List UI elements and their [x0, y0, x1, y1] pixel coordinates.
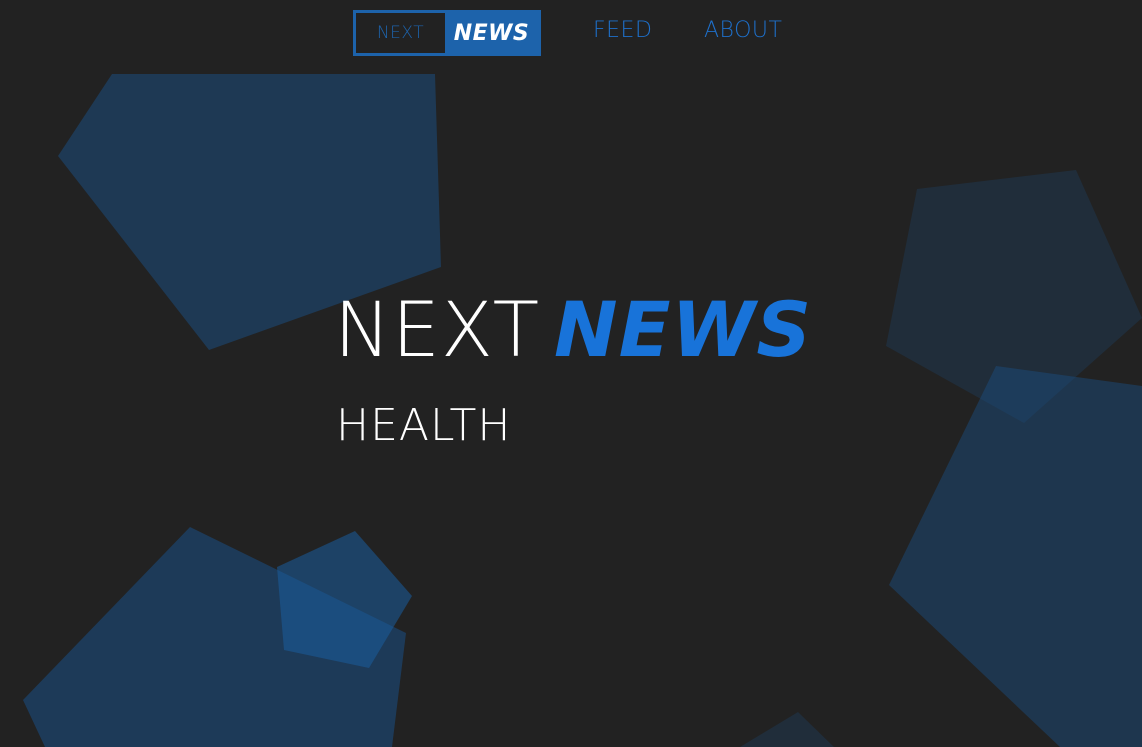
top-navigation: NEXT NEWS FEED ABOUT: [0, 0, 1142, 66]
logo-next-text: NEXT: [356, 13, 445, 53]
pentagon-shape: [740, 712, 834, 747]
nav-about-link[interactable]: ABOUT: [704, 18, 782, 43]
hero-title-news: NEWS: [554, 285, 813, 374]
hero-subtitle: HEALTH: [336, 400, 512, 451]
hero-title: NEXT NEWS: [334, 292, 812, 368]
pentagon-shape: [889, 366, 1142, 747]
logo-link[interactable]: NEXT NEWS: [353, 10, 541, 56]
nav-feed-link[interactable]: FEED: [593, 18, 652, 43]
logo-news-text: NEWS: [445, 13, 538, 53]
hero-title-next: NEXT: [334, 285, 541, 374]
